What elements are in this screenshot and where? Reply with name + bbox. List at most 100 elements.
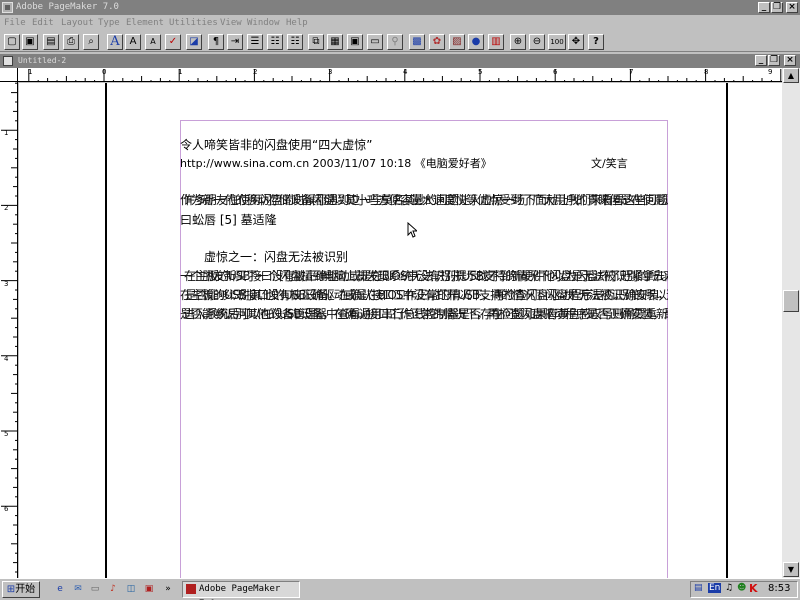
frame-icon[interactable]: ▭ [367,34,383,50]
mouse-cursor-icon [407,222,417,238]
volume-icon[interactable]: ♫ [725,583,733,593]
network-icon[interactable]: ☻ [737,583,746,593]
garbled-text-layer: 进入系统后可以在设备管理器中查看通用串行总线控制器是否存在问题如果有黄色感叹号则… [183,308,668,321]
taskbar [0,578,800,600]
ruler-label: 6 [4,505,9,513]
menu-view[interactable]: View [220,17,242,29]
vertical-ruler[interactable]: 1 2 3 4 5 6 [0,82,18,578]
menu-layout[interactable]: Layout [61,17,94,29]
app-title: Adobe PageMaker 7.0 [16,2,119,12]
ime-icon[interactable]: ▤ [694,583,703,593]
minimize-button[interactable]: _ [758,2,770,13]
app-title-bar[interactable]: Adobe PageMaker 7.0 _ ❐ × [0,0,800,15]
pdf-icon[interactable]: ▥ [488,34,504,50]
article-byline-meta[interactable]: http://www.sina.com.cn 2003/11/07 10:18 … [180,157,492,171]
section-heading[interactable]: 虚惊之一：闪盘无法被识别 [204,250,348,264]
print-icon[interactable]: ⎙ [63,34,79,50]
ruler-label: 1 [178,68,183,76]
scroll-up-button[interactable]: ▲ [783,68,799,83]
start-button[interactable]: ⊞开始 [2,581,40,598]
ruler-label: 4 [4,355,9,363]
help-icon[interactable]: ? [588,34,604,50]
bullets-icon[interactable]: ☰ [247,34,263,50]
media-icon[interactable]: ♪ [107,583,119,595]
garbled-text-line[interactable]: 作为新一代的移动存储设备闪盘以其小巧方便容量大速度快等优点受到了广大用户的青睐但… [180,194,668,208]
save-icon[interactable]: ▤ [43,34,59,50]
outlook-icon[interactable]: ✉ [72,583,84,595]
palette-icon[interactable]: ✿ [429,34,445,50]
outdent-icon[interactable]: ☷ [287,34,303,50]
menu-help[interactable]: Help [286,17,308,29]
font-size-up-icon[interactable]: A [125,34,141,50]
pagemaker-task-icon [186,584,196,594]
zoom-in-icon[interactable]: ⊕ [510,34,526,50]
menu-type[interactable]: Type [98,17,120,29]
intro-tail-text[interactable]: 曰蚣唇 [5] 墓适隆 [180,213,277,227]
open-icon[interactable]: ▣ [22,34,38,50]
horizontal-ruler-ticks [28,69,782,81]
photo-icon[interactable]: ▨ [449,34,465,50]
document-icon[interactable] [3,56,13,66]
doc-minimize-button[interactable]: _ [755,55,767,66]
document-page[interactable] [180,120,668,580]
link-icon[interactable]: ⚲ [387,34,403,50]
new-icon[interactable]: ▢ [4,34,20,50]
pm-icon[interactable]: ▣ [143,583,155,595]
desktop-icon[interactable]: ▭ [89,583,101,595]
numbering-icon[interactable]: ☷ [267,34,283,50]
paste-icon[interactable]: ▦ [327,34,343,50]
explorer-icon[interactable]: ◫ [125,583,137,595]
doc-close-button[interactable]: × [784,55,796,66]
ruler-label: 1 [4,129,9,137]
zoom-out-icon[interactable]: ⊖ [529,34,545,50]
menu-element[interactable]: Element [126,17,164,29]
article-headline[interactable]: 令人啼笑皆非的闪盘使用“四大虚惊” [180,138,372,152]
indent-icon[interactable]: ⇥ [227,34,243,50]
menu-file[interactable]: File [4,17,26,29]
antivirus-icon[interactable]: K [749,582,758,595]
image-icon[interactable]: ▩ [409,34,425,50]
paragraph-icon[interactable]: ¶ [208,34,224,50]
horizontal-ruler[interactable]: 1 0 1 2 3 4 5 6 7 8 9 [18,68,782,82]
pagemaker-app-icon[interactable] [2,2,13,13]
menu-window[interactable]: Window [247,17,280,29]
ruler-label: 4 [403,68,408,76]
ruler-label: 5 [4,430,9,438]
spell-icon[interactable]: ✓ [165,34,181,50]
document-title: Untitled-2 [18,56,67,65]
scroll-thumb[interactable] [783,290,799,312]
copy-icon[interactable]: ⧉ [308,34,324,50]
garbled-text-line[interactable]: 在主板的USB接口没有被正确驱动或是在BIOS中没有打开USB支持的情况下闪盘是… [180,289,668,303]
color-icon[interactable]: ◪ [186,34,202,50]
document-title-bar[interactable]: Untitled-2 _ ❐ × [0,54,800,68]
ie-icon[interactable]: e [54,583,66,595]
ruler-corner[interactable] [0,68,18,82]
language-indicator[interactable]: En [708,583,722,593]
taskbar-clock[interactable]: 8:53 [768,583,790,595]
globe-icon[interactable]: ● [468,34,484,50]
actual-size-icon[interactable]: 100 [548,34,566,50]
fit-icon[interactable]: ✥ [568,34,584,50]
menu-utilities[interactable]: Utilities [169,17,218,29]
garbled-text-line[interactable]: 一个朋友新买了一个闪盘插到电脑上却发现系统无法识别提示找不到新硬件他以为闪盘坏了… [180,270,668,284]
taskbar-app-pagemaker[interactable]: Adobe PageMaker 7.0 [182,581,300,600]
scroll-down-button[interactable]: ▼ [783,562,799,577]
ruler-label: 1 [28,68,33,76]
find-icon[interactable]: ⌕ [83,34,99,50]
quick-launch-chevron[interactable]: » [162,583,174,595]
vertical-scrollbar[interactable]: ▲ ▼ [782,68,800,578]
close-button[interactable]: × [786,2,798,13]
ruler-label: 8 [704,68,709,76]
garbled-text-layer: 许多朋友在使用闪盘的时候都遇到过一些莫名其妙的问题让人虚惊一场下面就让我们来看看… [183,194,668,207]
windows-logo-icon: ⊞ [6,584,16,595]
ruler-label: 2 [4,204,9,212]
restore-button[interactable]: ❐ [771,2,783,13]
garbled-text-line[interactable]: 是否能够识别其他的USB设备，在确认接口工作正常的情况下，再检查闪盘驱动程序是否… [180,308,668,322]
font-size-down-icon[interactable]: A [145,34,161,50]
menu-edit[interactable]: Edit [32,17,54,29]
doc-restore-button[interactable]: ❐ [768,55,780,66]
place-icon[interactable]: ▣ [347,34,363,50]
font-icon[interactable]: A [107,34,123,50]
article-byline-author[interactable]: 文/笑言 [591,157,628,171]
ruler-label: 7 [629,68,634,76]
